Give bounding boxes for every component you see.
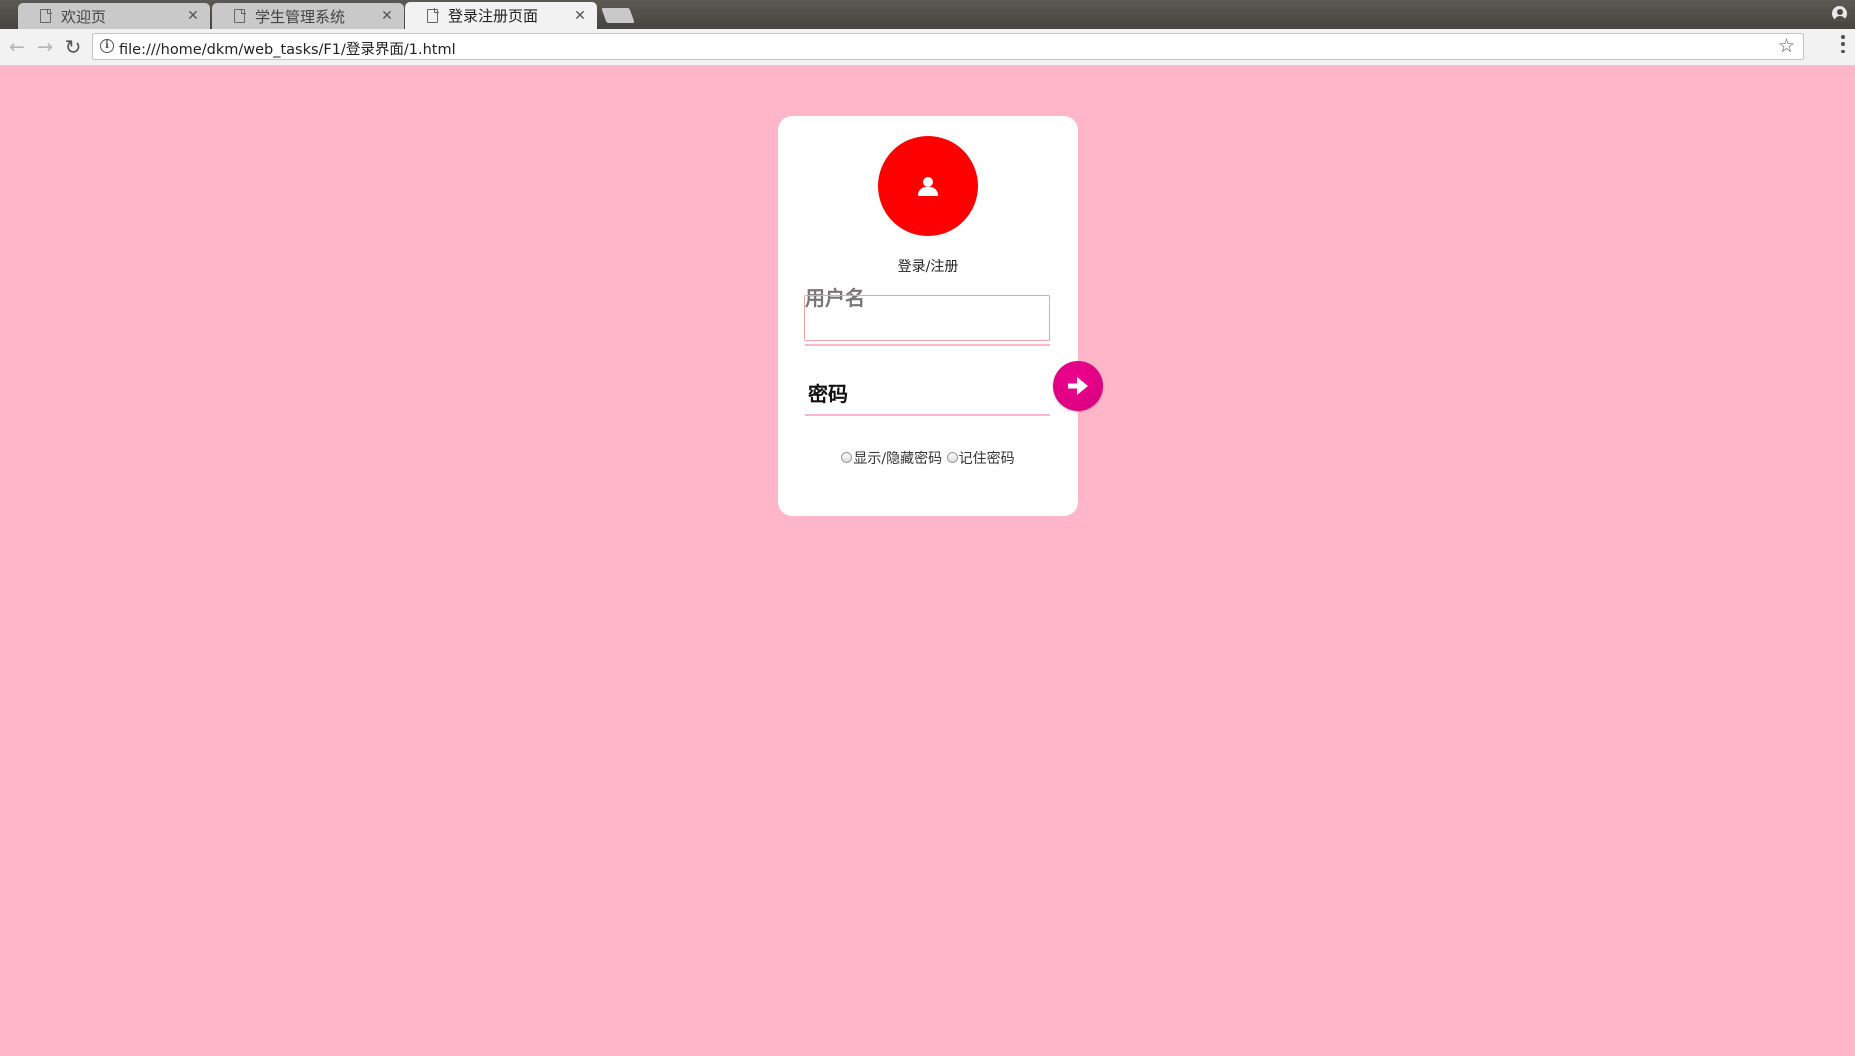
login-card: 登录/注册 用户名 密码 显示/隐藏密码 记住密码: [778, 116, 1103, 516]
tab-login-register[interactable]: 登录注册页面 ✕: [405, 2, 597, 29]
info-icon[interactable]: i: [100, 39, 114, 53]
close-icon[interactable]: ✕: [573, 8, 587, 24]
document-icon: [427, 8, 439, 23]
tab-welcome[interactable]: 欢迎页 ✕: [18, 3, 210, 29]
arrow-right-icon: [1068, 377, 1088, 395]
close-icon[interactable]: ✕: [186, 8, 200, 24]
browser-toolbar: ← → ↻ i file:///home/dkm/web_tasks/F1/登录…: [0, 29, 1855, 66]
user-icon: [918, 177, 938, 196]
arrow-left-icon[interactable]: ←: [6, 36, 28, 58]
submit-button[interactable]: [1053, 361, 1103, 411]
show-password-label[interactable]: 显示/隐藏密码: [853, 451, 942, 467]
close-icon[interactable]: ✕: [380, 8, 394, 24]
tab-student-management[interactable]: 学生管理系统 ✕: [212, 3, 404, 29]
browser-tab-strip: 欢迎页 ✕ 学生管理系统 ✕ 登录注册页面 ✕: [0, 0, 1855, 29]
kebab-menu-icon[interactable]: [1841, 35, 1845, 53]
tab-title: 登录注册页面: [448, 7, 539, 25]
new-tab-button[interactable]: [601, 8, 635, 23]
profile-icon[interactable]: [1832, 6, 1847, 21]
url-text[interactable]: file:///home/dkm/web_tasks/F1/登录界面/1.htm…: [119, 38, 456, 59]
password-underline: [805, 414, 1050, 416]
password-label[interactable]: 密码: [808, 378, 848, 407]
show-password-radio[interactable]: [841, 452, 853, 463]
star-icon[interactable]: ☆: [1778, 35, 1795, 57]
username-input[interactable]: [804, 295, 1050, 341]
remember-password-radio[interactable]: [946, 452, 958, 463]
arrow-right-icon[interactable]: →: [34, 36, 56, 58]
reload-icon[interactable]: ↻: [62, 36, 84, 58]
remember-password-label[interactable]: 记住密码: [959, 451, 1015, 467]
document-icon: [234, 8, 246, 23]
card-title: 登录/注册: [897, 259, 959, 275]
document-icon: [40, 8, 52, 23]
username-underline: [805, 344, 1050, 346]
avatar: [878, 136, 978, 236]
address-bar[interactable]: i file:///home/dkm/web_tasks/F1/登录界面/1.h…: [92, 33, 1804, 60]
tab-title: 学生管理系统: [255, 7, 346, 26]
options-row: 显示/隐藏密码 记住密码: [778, 448, 1078, 468]
tab-title: 欢迎页: [61, 7, 107, 26]
